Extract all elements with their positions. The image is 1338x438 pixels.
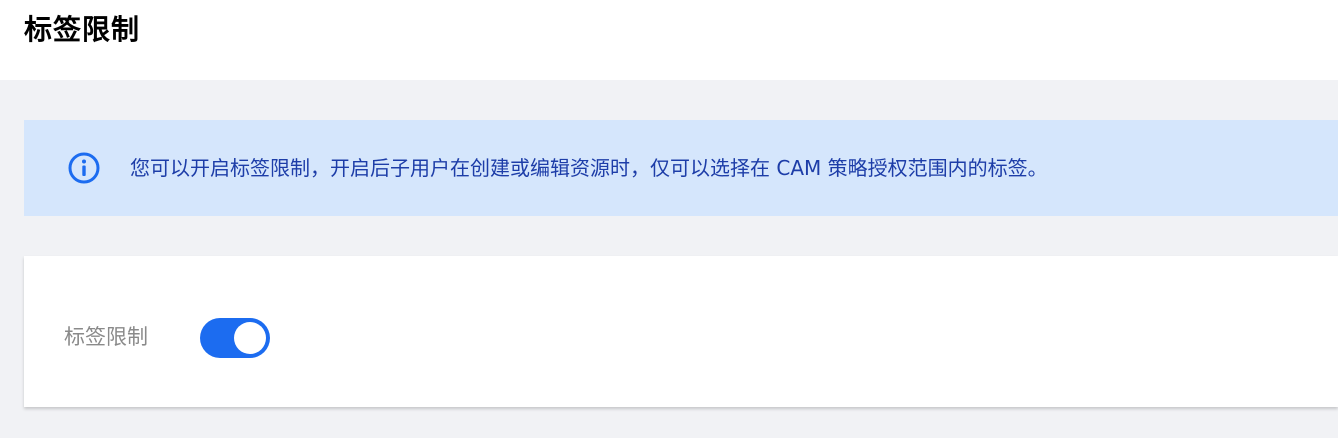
info-notice: 您可以开启标签限制，开启后子用户在创建或编辑资源时，仅可以选择在 CAM 策略授… <box>24 120 1338 216</box>
settings-panel: 标签限制 <box>24 256 1338 407</box>
page-title: 标签限制 <box>24 13 141 46</box>
notice-text: 您可以开启标签限制，开启后子用户在创建或编辑资源时，仅可以选择在 CAM 策略授… <box>130 156 1048 180</box>
info-icon <box>67 151 101 185</box>
tag-restriction-label: 标签限制 <box>64 325 148 349</box>
toggle-knob <box>234 322 266 354</box>
page-header: 标签限制 <box>0 0 1338 80</box>
tag-restriction-toggle[interactable] <box>200 318 270 358</box>
